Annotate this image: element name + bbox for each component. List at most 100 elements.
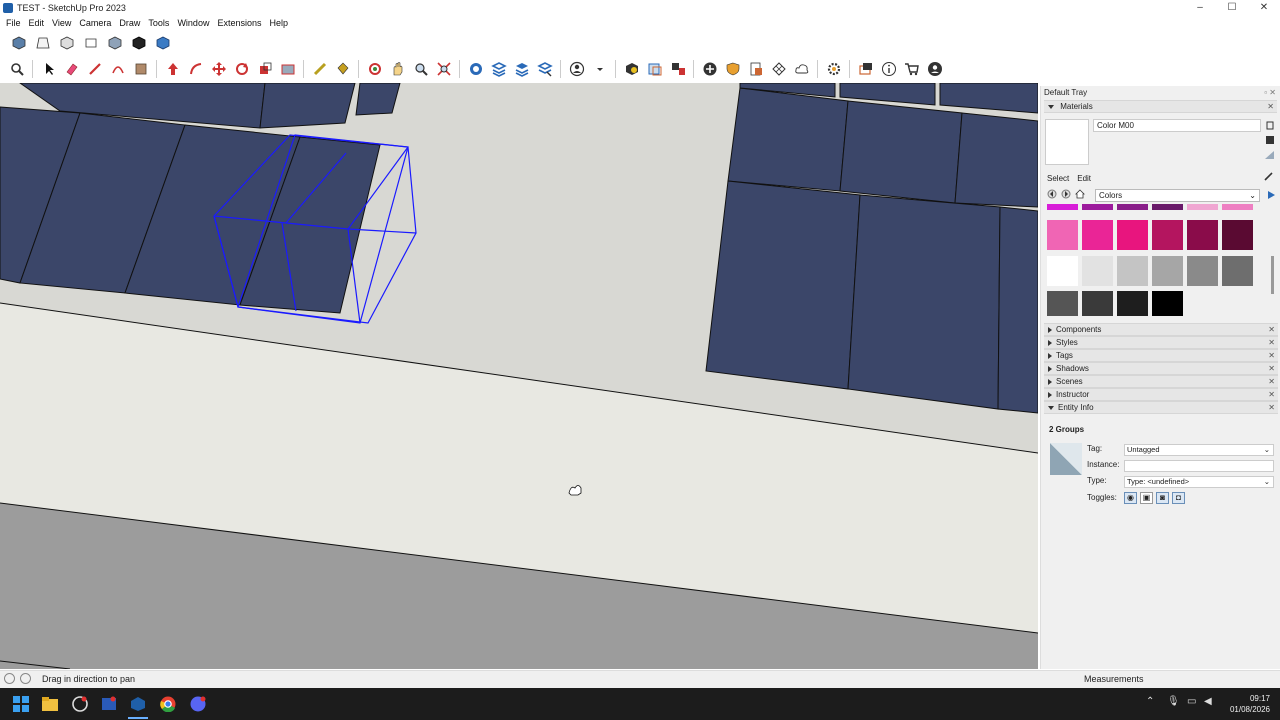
iso-view-button[interactable] [8,33,29,53]
solar-panel-row-right[interactable] [705,83,1038,414]
components-button[interactable] [667,59,688,79]
close-icon[interactable]: ✕ [1268,389,1275,401]
dynamic-component-button[interactable] [855,59,876,79]
zoom-tool-button[interactable] [410,59,431,79]
shop-button[interactable] [901,59,922,79]
volume-icon[interactable]: ◀ [1204,696,1212,707]
tab-edit[interactable]: Edit [1077,173,1091,184]
solar-panel-row-left[interactable] [0,83,401,314]
color-swatch[interactable] [1152,220,1183,250]
color-swatch[interactable] [1047,256,1078,286]
panel-styles-header[interactable]: Styles ✕ [1044,336,1278,349]
color-swatch[interactable] [1047,220,1078,250]
color-swatch[interactable] [1082,204,1113,210]
3d-warehouse-button[interactable] [621,59,642,79]
bottom-view-button[interactable] [152,33,173,53]
account-dropdown[interactable] [589,59,610,79]
panel-shadows-header[interactable]: Shadows ✕ [1044,362,1278,375]
layers-button[interactable] [488,59,509,79]
styles-button[interactable] [511,59,532,79]
color-swatch[interactable] [1117,256,1148,286]
close-icon[interactable]: ✕ [1268,337,1275,349]
section-plane-button[interactable] [465,59,486,79]
pencil-tool-button[interactable] [84,59,105,79]
home-icon[interactable] [1075,189,1085,199]
model-viewport[interactable] [0,83,1038,669]
color-swatch[interactable] [1152,204,1183,210]
scene-canvas[interactable] [0,83,1038,669]
type-select[interactable]: Type: <undefined> ⌄ [1124,476,1274,488]
chrome-icon[interactable] [160,696,176,712]
menu-window[interactable]: Window [177,18,209,28]
menu-extensions[interactable]: Extensions [217,18,261,28]
network-icon[interactable]: ▭ [1187,696,1196,707]
right-view-button[interactable] [80,33,101,53]
color-swatch[interactable] [1187,204,1218,210]
move-tool-button[interactable] [208,59,229,79]
color-swatch[interactable] [1117,291,1148,316]
toggle-cast-shadows-button[interactable]: ◙ [1156,492,1169,504]
color-swatch[interactable] [1222,204,1253,210]
paint-bucket-tool-button[interactable] [332,59,353,79]
front-view-button[interactable] [56,33,77,53]
info-button[interactable] [878,59,899,79]
toggle-visible-button[interactable]: ◉ [1124,492,1137,504]
color-swatch[interactable] [1082,256,1113,286]
tape-measure-tool-button[interactable] [309,59,330,79]
panel-instructor-header[interactable]: Instructor ✕ [1044,388,1278,401]
back-arrow-icon[interactable] [1047,189,1057,199]
tab-select[interactable]: Select [1047,173,1069,184]
color-swatch[interactable] [1047,291,1078,316]
rectangle-tool-button[interactable] [130,59,151,79]
search-button[interactable] [6,59,27,79]
close-icon[interactable]: ✕ [1268,402,1275,414]
library-select[interactable]: Colors ⌄ [1095,189,1260,202]
toggle-lock-button[interactable]: ▣ [1140,492,1153,504]
scale-tool-button[interactable] [254,59,275,79]
panel-scenes-header[interactable]: Scenes ✕ [1044,375,1278,388]
cloud-button[interactable] [791,59,812,79]
panel-entity-info-header[interactable]: Entity Info ✕ [1044,401,1278,414]
menu-draw[interactable]: Draw [119,18,140,28]
forward-arrow-icon[interactable] [1061,189,1071,199]
orbit-tool-button[interactable] [364,59,385,79]
close-icon[interactable]: ✕ [1267,101,1274,113]
color-swatch[interactable] [1152,291,1183,316]
color-swatch[interactable] [1187,220,1218,250]
geolocation-icon[interactable] [4,673,15,684]
menu-camera[interactable]: Camera [79,18,111,28]
minimize-button[interactable]: – [1184,0,1216,15]
export-button[interactable] [745,59,766,79]
maximize-button[interactable]: ☐ [1216,0,1248,15]
select-tool-button[interactable] [38,59,59,79]
rotate-tool-button[interactable] [231,59,252,79]
shapes-tool-button[interactable] [107,59,128,79]
color-swatch[interactable] [1117,220,1148,250]
panel-materials-header[interactable]: Materials ✕ [1044,100,1277,113]
eraser-tool-button[interactable] [61,59,82,79]
push-pull-tool-button[interactable] [162,59,183,79]
geo-location-button[interactable] [722,59,743,79]
panel-components-header[interactable]: Components ✕ [1044,323,1278,336]
color-swatch[interactable] [1222,256,1253,286]
menu-edit[interactable]: Edit [29,18,45,28]
close-icon[interactable]: ✕ [1268,376,1275,388]
color-swatch[interactable] [1082,220,1113,250]
color-swatch[interactable] [1082,291,1113,316]
sandbox-button[interactable] [768,59,789,79]
top-view-button[interactable] [32,33,53,53]
info-icon[interactable] [20,673,31,684]
account-button[interactable] [566,59,587,79]
close-icon[interactable]: ✕ [1268,350,1275,362]
close-icon[interactable]: ✕ [1268,324,1275,336]
swatch-scrollbar[interactable] [1271,256,1274,294]
color-swatch[interactable] [1187,256,1218,286]
menu-help[interactable]: Help [269,18,288,28]
tray-pin-close[interactable]: ▫ ✕ [1264,86,1276,100]
material-side-icons[interactable] [1265,121,1275,161]
color-swatch[interactable] [1117,204,1148,210]
close-button[interactable]: ✕ [1248,0,1280,15]
offset-tool-button[interactable] [277,59,298,79]
menu-file[interactable]: File [6,18,21,28]
extension-manager-button[interactable] [644,59,665,79]
